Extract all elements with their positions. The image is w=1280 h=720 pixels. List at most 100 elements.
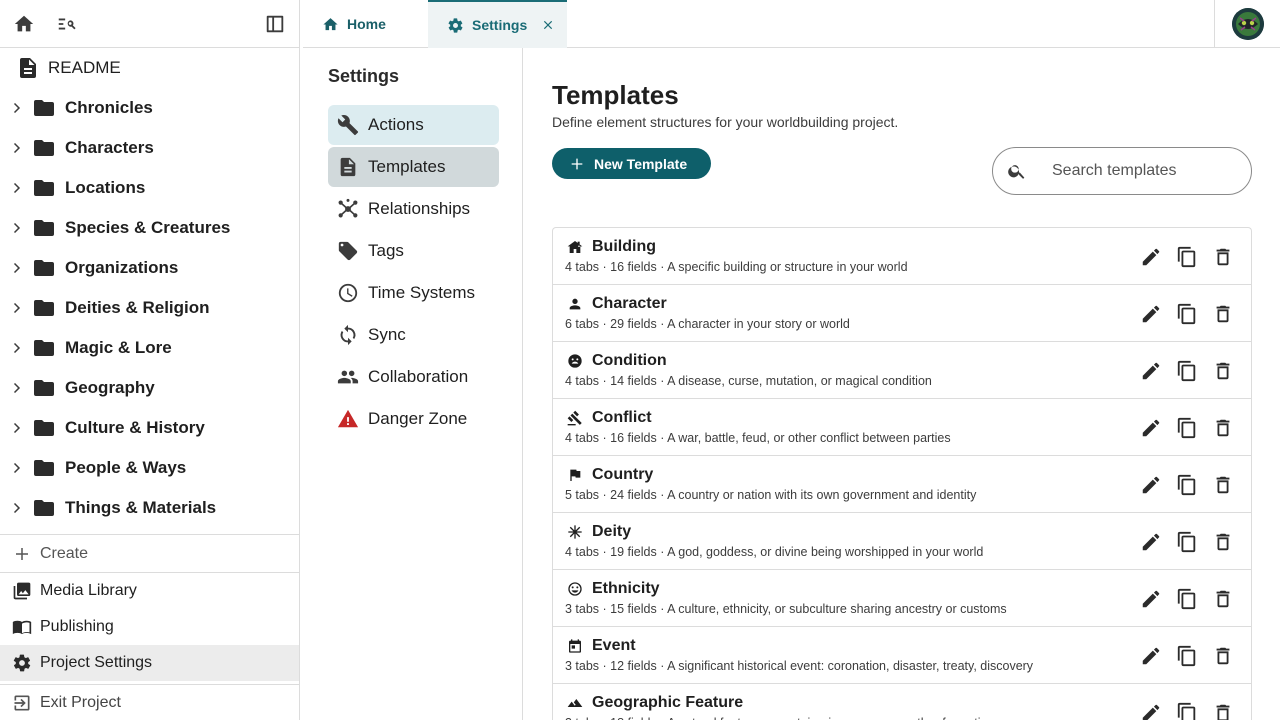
edit-icon[interactable] [1139,644,1163,668]
settings-nav-sync[interactable]: Sync [328,315,499,355]
tree-folder[interactable]: Locations [0,168,299,208]
copy-icon[interactable] [1175,245,1199,269]
template-row[interactable]: Character 6 tabs · 29 fields · A characte… [553,285,1251,342]
delete-icon[interactable] [1211,302,1235,326]
edit-icon[interactable] [1139,587,1163,611]
template-header: Conflict [566,409,652,427]
template-row[interactable]: Geographic Feature 3 tabs · 18 fields · A… [553,684,1251,720]
chevron-right-icon[interactable] [7,259,25,277]
template-header: Character [566,295,667,313]
nav-publishing[interactable]: Publishing [0,609,299,645]
new-template-button[interactable]: New Template [552,148,711,179]
tree-folder[interactable]: Deities & Religion [0,288,299,328]
chevron-right-icon[interactable] [7,459,25,477]
template-row[interactable]: Deity 4 tabs · 19 fields · A god, goddess… [553,513,1251,570]
tree-folder[interactable]: Characters [0,128,299,168]
chevron-right-icon[interactable] [7,179,25,197]
copy-icon[interactable] [1175,587,1199,611]
tree-folder[interactable]: Magic & Lore [0,328,299,368]
edit-icon[interactable] [1139,530,1163,554]
copy-icon[interactable] [1175,359,1199,383]
search-input[interactable] [1052,162,1232,180]
settings-nav-relationships[interactable]: Relationships [328,189,499,229]
settings-nav-label: Danger Zone [368,409,468,428]
tab-settings[interactable]: Settings [428,0,567,48]
edit-icon[interactable] [1139,245,1163,269]
edit-icon[interactable] [1139,473,1163,497]
tree-folder[interactable]: Things & Materials [0,488,299,528]
nav-media-library[interactable]: Media Library [0,573,299,609]
delete-icon[interactable] [1211,587,1235,611]
delete-icon[interactable] [1211,644,1235,668]
template-name: Character [592,295,667,312]
delete-icon[interactable] [1211,359,1235,383]
settings-nav-time-systems[interactable]: Time Systems [328,273,499,313]
document-icon [336,155,360,179]
tree-folder-label: Culture & History [65,418,205,437]
tree-folder[interactable]: Species & Creatures [0,208,299,248]
exit-project-button[interactable]: Exit Project [0,684,299,720]
settings-nav-templates[interactable]: Templates [328,147,499,187]
delete-icon[interactable] [1211,530,1235,554]
search-list-icon[interactable] [54,11,80,37]
tab-home[interactable]: Home [303,0,428,48]
tree-folder-label: Magic & Lore [65,338,172,357]
people-icon [336,365,360,389]
delete-icon[interactable] [1211,416,1235,440]
folder-icon [32,216,56,240]
create-button[interactable]: Create [0,534,299,572]
template-row[interactable]: Condition 4 tabs · 14 fields · A disease,… [553,342,1251,399]
template-row[interactable]: Conflict 4 tabs · 16 fields · A war, batt… [553,399,1251,456]
copy-icon[interactable] [1175,701,1199,720]
copy-icon[interactable] [1175,473,1199,497]
tree-folder[interactable]: Organizations [0,248,299,288]
settings-nav-actions[interactable]: Actions [328,105,499,145]
chevron-right-icon[interactable] [7,99,25,117]
settings-nav-danger-zone[interactable]: Danger Zone [328,399,499,439]
tree-folder[interactable]: Chronicles [0,88,299,128]
template-meta: 5 tabs · 24 fields · A country or nation… [565,488,977,502]
tree-folder[interactable]: Culture & History [0,408,299,448]
copy-icon[interactable] [1175,530,1199,554]
tree-folder-label: Deities & Religion [65,298,210,317]
chevron-right-icon[interactable] [7,339,25,357]
delete-icon[interactable] [1211,701,1235,720]
chevron-right-icon[interactable] [7,299,25,317]
new-template-label: New Template [594,155,688,172]
close-icon[interactable] [541,18,555,32]
template-name: Building [592,238,656,255]
tree-item-readme[interactable]: README [0,48,299,88]
tree-folder[interactable]: Geography [0,368,299,408]
template-header: Deity [566,523,631,541]
template-row[interactable]: Event 3 tabs · 12 fields · A significant … [553,627,1251,684]
edit-icon[interactable] [1139,359,1163,383]
chevron-right-icon[interactable] [7,419,25,437]
tree-folder[interactable]: People & Ways [0,448,299,488]
edit-icon[interactable] [1139,302,1163,326]
avatar[interactable] [1231,8,1264,40]
search-icon [1007,161,1027,181]
template-row[interactable]: Country 5 tabs · 24 fields · A country or… [553,456,1251,513]
copy-icon[interactable] [1175,302,1199,326]
chevron-right-icon[interactable] [7,219,25,237]
settings-nav-label: Templates [368,157,446,176]
delete-icon[interactable] [1211,245,1235,269]
sidebar-bottom-nav: Media Library Publishing Project Setting… [0,572,299,681]
delete-icon[interactable] [1211,473,1235,497]
chevron-right-icon[interactable] [7,139,25,157]
copy-icon[interactable] [1175,644,1199,668]
chevron-right-icon[interactable] [7,499,25,517]
edit-icon[interactable] [1139,701,1163,720]
home-icon[interactable] [11,11,37,37]
template-row[interactable]: Building 4 tabs · 16 fields · A specific … [553,228,1251,285]
nav-project-settings[interactable]: Project Settings [0,645,299,681]
copy-icon[interactable] [1175,416,1199,440]
edit-icon[interactable] [1139,416,1163,440]
settings-nav-tags[interactable]: Tags [328,231,499,271]
template-row[interactable]: Ethnicity 3 tabs · 15 fields · A culture,… [553,570,1251,627]
settings-nav-collaboration[interactable]: Collaboration [328,357,499,397]
collapse-sidebar-icon[interactable] [262,11,288,37]
gear-icon [446,16,464,34]
settings-nav-label: Sync [368,325,406,344]
chevron-right-icon[interactable] [7,379,25,397]
